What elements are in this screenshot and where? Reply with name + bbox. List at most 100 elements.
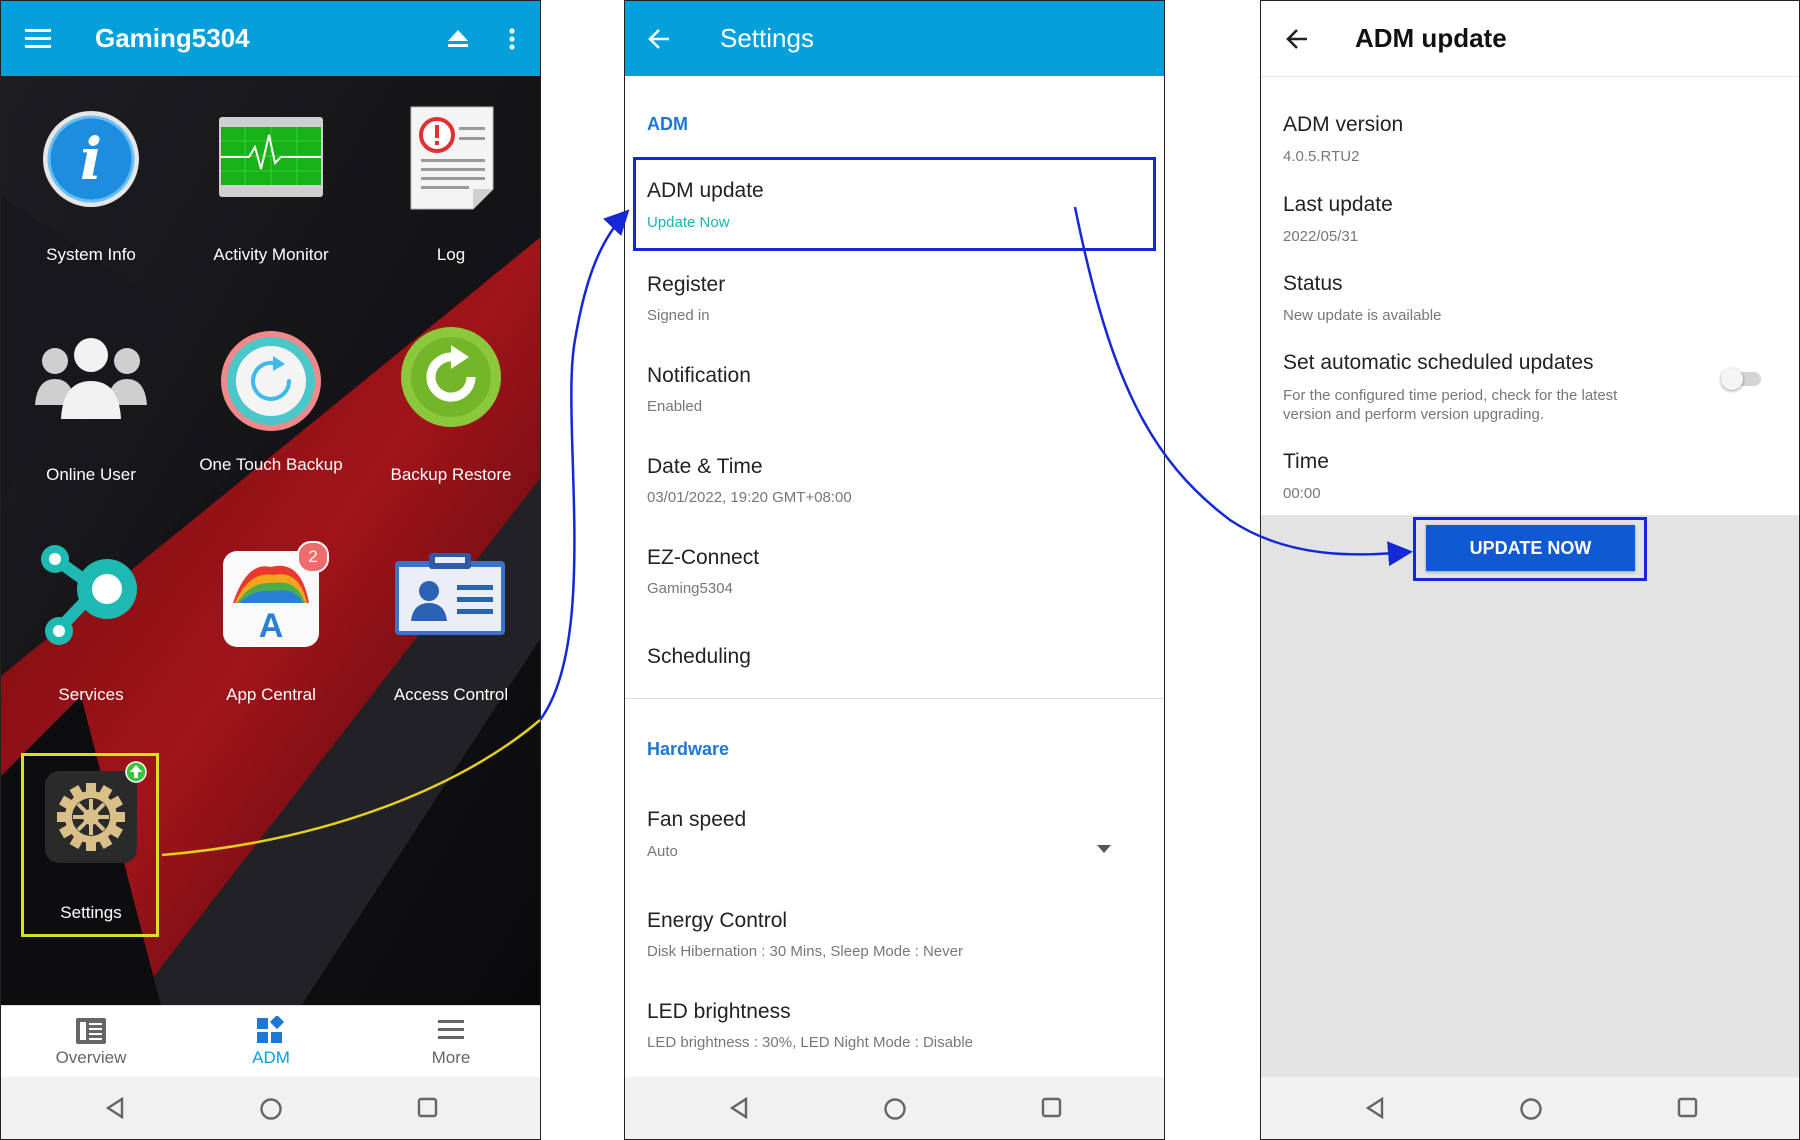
blue-connector-to-adm-update: [538, 209, 630, 721]
one-touch-backup-icon: [221, 331, 321, 431]
settings-screen: Settings ADM ADM update Update Now Regis…: [624, 0, 1165, 1140]
app-app-central[interactable]: A 2 App Central: [181, 541, 361, 711]
setting-subtitle: Update Now: [647, 214, 730, 231]
tab-label: More: [431, 1048, 471, 1067]
setting-subtitle: LED brightness : 30%, LED Night Mode : D…: [647, 1034, 973, 1051]
device-name: Gaming5304: [95, 23, 250, 53]
home-nav-icon[interactable]: [259, 1097, 283, 1121]
adm-home-screen: Gaming5304 i System Info Activity Monito…: [0, 0, 541, 1140]
adm-version-title: ADM version: [1283, 113, 1404, 136]
services-icon: [41, 545, 137, 645]
bottom-tab-bar: Overview ADM More: [1, 1005, 540, 1080]
overview-icon: [76, 1018, 106, 1044]
back-nav-icon[interactable]: [1365, 1097, 1385, 1119]
setting-register[interactable]: Register Signed in: [625, 261, 1164, 341]
tab-adm[interactable]: ADM: [181, 1006, 361, 1080]
setting-adm-update[interactable]: ADM update Update Now: [625, 157, 1164, 251]
status-title: Status: [1283, 272, 1343, 295]
app-one-touch-backup[interactable]: One Touch Backup: [181, 321, 361, 491]
app-system-info[interactable]: i System Info: [1, 101, 181, 271]
adm-update-screen: ADM update ADM version 4.0.5.RTU2 Last u…: [1260, 0, 1800, 1140]
setting-title: Date & Time: [647, 455, 763, 478]
setting-energy-control[interactable]: Energy Control Disk Hibernation : 30 Min…: [625, 897, 1164, 977]
backup-restore-icon: [401, 327, 501, 427]
setting-led-brightness[interactable]: LED brightness LED brightness : 30%, LED…: [625, 988, 1164, 1068]
app-label: Online User: [46, 465, 136, 484]
app-online-user[interactable]: Online User: [1, 321, 181, 491]
home-nav-icon[interactable]: [1519, 1097, 1543, 1121]
app-access-control[interactable]: Access Control: [361, 541, 540, 711]
last-update-title: Last update: [1283, 193, 1393, 216]
system-info-icon: i: [43, 111, 139, 207]
recents-nav-icon[interactable]: [1677, 1097, 1699, 1119]
adm-version-value: 4.0.5.RTU2: [1283, 148, 1360, 165]
app-label: Backup Restore: [390, 465, 512, 484]
setting-title: Energy Control: [647, 909, 788, 932]
settings-gear-icon: [45, 771, 137, 863]
setting-subtitle: Enabled: [647, 398, 703, 415]
app-label: Activity Monitor: [213, 245, 329, 264]
toggle-thumb: [1721, 368, 1743, 390]
setting-title: EZ-Connect: [647, 546, 760, 569]
setting-title: Scheduling: [647, 645, 751, 668]
back-nav-icon[interactable]: [105, 1097, 125, 1119]
app-label: System Info: [46, 245, 136, 264]
access-control-icon: [395, 553, 505, 635]
tab-more[interactable]: More: [361, 1006, 540, 1080]
system-nav-bar: [625, 1077, 1164, 1139]
home-nav-icon[interactable]: [883, 1097, 907, 1121]
system-nav-bar: [1, 1077, 540, 1139]
notification-badge: 2: [297, 541, 329, 573]
auto-update-title: Set automatic scheduled updates: [1283, 351, 1594, 374]
time-title: Time: [1283, 450, 1329, 473]
auto-update-description: For the configured time period, check fo…: [1283, 387, 1618, 423]
setting-subtitle: Signed in: [647, 307, 710, 324]
app-backup-restore[interactable]: Backup Restore: [361, 321, 540, 491]
button-area: [1261, 515, 1799, 1079]
app-activity-monitor[interactable]: Activity Monitor: [181, 101, 361, 271]
app-settings[interactable]: Settings: [1, 751, 181, 941]
screen-title: ADM update: [1355, 23, 1507, 53]
app-services[interactable]: Services: [1, 541, 181, 711]
section-divider: [625, 698, 1164, 699]
tab-overview[interactable]: Overview: [1, 1006, 181, 1080]
app-label: Settings: [60, 903, 122, 922]
section-header-adm: ADM: [647, 114, 688, 134]
update-available-icon: [125, 761, 147, 783]
back-arrow-icon[interactable]: [1285, 28, 1309, 50]
auto-update-toggle[interactable]: [1721, 368, 1761, 390]
recents-nav-icon[interactable]: [417, 1097, 439, 1119]
menu-icon[interactable]: [25, 28, 53, 50]
section-header-hardware: Hardware: [647, 739, 730, 759]
app-bar: ADM update: [1261, 1, 1799, 77]
svg-text:i: i: [80, 125, 102, 193]
system-nav-bar: [1261, 1077, 1799, 1139]
overflow-menu-icon[interactable]: [508, 27, 516, 51]
recents-nav-icon[interactable]: [1041, 1097, 1063, 1119]
update-now-button[interactable]: UPDATE NOW: [1426, 525, 1635, 571]
setting-title: Fan speed: [647, 808, 747, 831]
dropdown-arrow-icon[interactable]: [1096, 844, 1112, 854]
setting-notification[interactable]: Notification Enabled: [625, 352, 1164, 432]
more-menu-icon: [438, 1020, 464, 1039]
setting-subtitle: Disk Hibernation : 30 Mins, Sleep Mode :…: [647, 943, 963, 960]
setting-fan-speed[interactable]: Fan speed Auto: [625, 796, 1164, 876]
setting-title: Notification: [647, 364, 751, 387]
back-nav-icon[interactable]: [729, 1097, 749, 1119]
time-value: 00:00: [1283, 485, 1321, 502]
screen-title: Settings: [720, 23, 814, 53]
eject-icon[interactable]: [447, 29, 469, 49]
app-label: Access Control: [393, 685, 509, 704]
tab-label: ADM: [252, 1048, 290, 1067]
setting-ez-connect[interactable]: EZ-Connect Gaming5304: [625, 534, 1164, 614]
back-arrow-icon[interactable]: [647, 28, 671, 50]
svg-text:A: A: [259, 607, 284, 645]
app-bar: Gaming5304: [1, 1, 540, 76]
setting-scheduling[interactable]: Scheduling: [625, 629, 1164, 689]
app-label: App Central: [226, 685, 316, 704]
app-log[interactable]: Log: [361, 101, 540, 271]
setting-subtitle: Auto: [647, 843, 678, 860]
setting-subtitle: 03/01/2022, 19:20 GMT+08:00: [647, 489, 852, 506]
setting-date-time[interactable]: Date & Time 03/01/2022, 19:20 GMT+08:00: [625, 443, 1164, 523]
setting-subtitle: Gaming5304: [647, 580, 733, 597]
